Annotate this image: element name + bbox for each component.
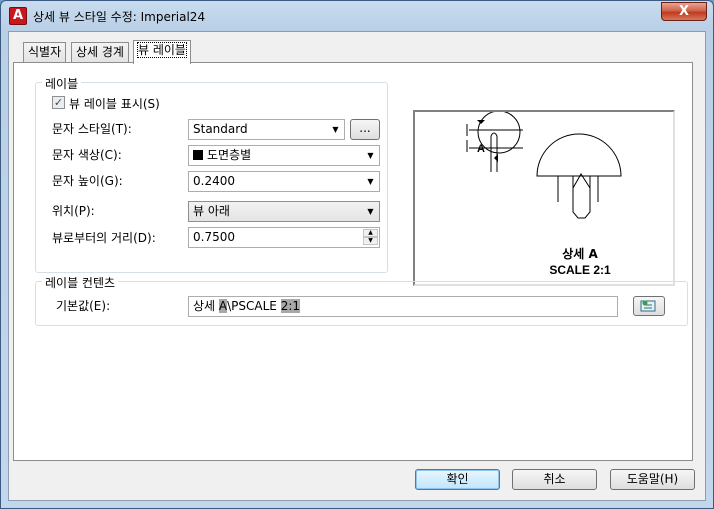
color-swatch-icon xyxy=(193,150,203,160)
preview-shaft xyxy=(572,176,591,219)
tab-label: 상세 경계 xyxy=(76,45,124,59)
tab-identifier[interactable]: 식별자 xyxy=(23,42,67,63)
text-style-select[interactable]: Standard ▼ xyxy=(188,119,345,140)
default-value-field-a: A xyxy=(218,299,228,313)
preview-dome xyxy=(536,133,622,177)
tab-label: 식별자 xyxy=(28,45,62,59)
chevron-down-icon: ▼ xyxy=(332,125,339,134)
text-height-value: 0.2400 xyxy=(193,174,235,188)
preview-arrowhead xyxy=(494,154,498,162)
text-color-label: 문자 색상(C): xyxy=(52,148,122,162)
close-button[interactable]: X xyxy=(661,2,707,21)
preview-caption-line1: 상세 A xyxy=(562,246,598,261)
title-bar[interactable]: A 상세 뷰 스타일 수정: Imperial24 X xyxy=(1,1,713,31)
tab-view-label[interactable]: 뷰 레이블 xyxy=(133,40,191,64)
distance-value: 0.7500 xyxy=(193,230,235,244)
text-color-value: 도면층별 xyxy=(207,148,252,162)
text-style-label: 문자 스타일(T): xyxy=(52,122,132,136)
chevron-down-icon: ▼ xyxy=(367,207,374,216)
dialog-client-area: 식별자 상세 경계 뷰 레이블 레이블 ✓ 뷰 레이블 표시(S) 문자 스타일… xyxy=(8,31,706,501)
preview-arrowhead xyxy=(477,120,485,124)
preview-marker-letter: A xyxy=(477,143,485,155)
default-value-field[interactable]: 상세 A\PSCALE 2:1 xyxy=(188,296,618,317)
tab-label: 뷰 레이블 xyxy=(137,42,187,58)
default-value-field-scale: 2:1 xyxy=(280,299,301,313)
distance-label: 뷰로부터의 거리(D): xyxy=(52,231,156,245)
text-style-value: Standard xyxy=(193,122,248,136)
position-value: 뷰 아래 xyxy=(193,204,230,218)
window-title: 상세 뷰 스타일 수정: Imperial24 xyxy=(33,10,206,24)
default-value-part: \P xyxy=(227,299,239,313)
cancel-button[interactable]: 취소 xyxy=(512,469,597,490)
spinner-buttons[interactable]: ▲ ▼ xyxy=(363,229,378,246)
text-style-browse-button[interactable]: ... xyxy=(350,119,380,140)
spin-down-icon[interactable]: ▼ xyxy=(363,237,378,245)
show-view-label-text: 뷰 레이블 표시(S) xyxy=(69,97,160,111)
spin-up-icon[interactable]: ▲ xyxy=(363,229,378,237)
distance-spinner[interactable]: 0.7500 ▲ ▼ xyxy=(188,227,380,248)
insert-field-icon xyxy=(640,300,656,312)
dialog-window: A 상세 뷰 스타일 수정: Imperial24 X 식별자 상세 경계 뷰 … xyxy=(0,0,714,509)
default-value-part: 상세 xyxy=(193,299,219,313)
preview-caption-line2: SCALE 2:1 xyxy=(549,263,611,277)
text-height-combo[interactable]: 0.2400 ▼ xyxy=(188,171,380,192)
checkmark-icon: ✓ xyxy=(53,96,64,109)
position-label: 위치(P): xyxy=(52,204,95,218)
label-group-title: 레이블 xyxy=(42,75,82,92)
default-value-part: SCALE xyxy=(238,299,281,313)
detail-label-preview: A 상세 A SCALE 2:1 xyxy=(413,110,675,286)
text-color-select[interactable]: 도면층별 ▼ xyxy=(188,145,380,166)
ok-button[interactable]: 확인 xyxy=(415,469,500,490)
position-select[interactable]: 뷰 아래 ▼ xyxy=(188,201,380,222)
chevron-down-icon: ▼ xyxy=(367,151,374,160)
label-contents-group-title: 레이블 컨텐츠 xyxy=(42,274,119,291)
autocad-app-icon: A xyxy=(9,7,27,25)
chevron-down-icon: ▼ xyxy=(367,177,374,186)
insert-field-button[interactable] xyxy=(633,296,665,316)
show-view-label-checkbox[interactable]: ✓ xyxy=(52,96,65,109)
default-value-label: 기본값(E): xyxy=(56,299,111,313)
tab-panel-view-label: 레이블 ✓ 뷰 레이블 표시(S) 문자 스타일(T): Standard ▼ … xyxy=(13,62,693,461)
preview-drawing: A 상세 A SCALE 2:1 xyxy=(466,110,622,277)
text-height-label: 문자 높이(G): xyxy=(52,174,123,188)
tab-detail-boundary[interactable]: 상세 경계 xyxy=(71,42,129,63)
help-button[interactable]: 도움말(H) xyxy=(610,469,695,490)
